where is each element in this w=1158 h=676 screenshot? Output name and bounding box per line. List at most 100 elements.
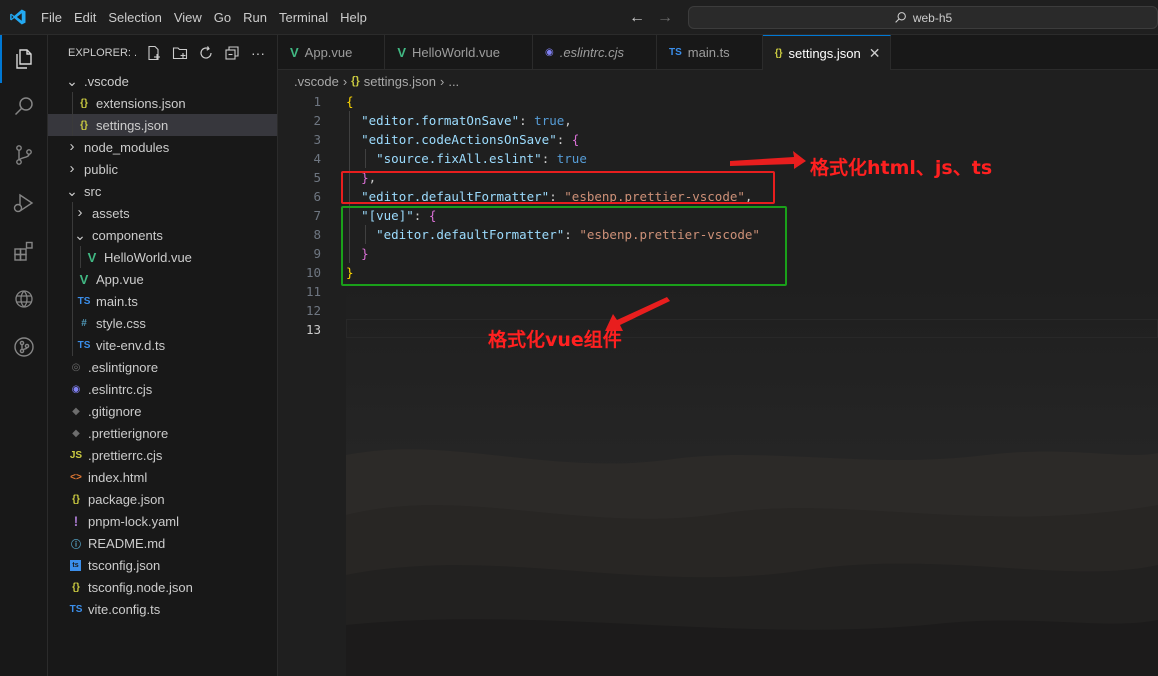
chevron-right-icon[interactable]: ›	[64, 158, 80, 180]
tab-settings-json[interactable]: {} settings.json ✕	[762, 35, 892, 70]
chevron-down-icon[interactable]: ⌄	[72, 228, 88, 242]
explorer-title: EXPLORER: ...	[68, 46, 136, 59]
tree-item-label: HelloWorld.vue	[104, 249, 192, 265]
tree-item[interactable]: ⌄ components	[48, 224, 277, 246]
css-icon: #	[81, 317, 87, 329]
new-folder-icon[interactable]	[170, 43, 190, 63]
tree-item[interactable]: {} package.json	[48, 488, 277, 510]
tree-item-label: .vscode	[84, 73, 129, 89]
breadcrumb-file[interactable]: settings.json	[364, 74, 436, 89]
tree-item[interactable]: ts tsconfig.json	[48, 554, 277, 576]
info-icon: ⓘ	[71, 539, 81, 551]
tree-item[interactable]: › node_modules	[48, 136, 277, 158]
tree-item[interactable]: ⌄ .vscode	[48, 70, 277, 92]
tree-item[interactable]: {} tsconfig.node.json	[48, 576, 277, 598]
json-icon: {}	[80, 119, 88, 131]
tree-item-label: .gitignore	[88, 403, 142, 419]
tree-item[interactable]: {} extensions.json	[48, 92, 277, 114]
tab-app-vue[interactable]: V App.vue	[278, 35, 386, 70]
tree-item[interactable]: TS main.ts	[48, 290, 277, 312]
eslint-icon: ◉	[544, 47, 554, 58]
annotation-vue-component: 格式化vue组件	[488, 329, 622, 351]
new-file-icon[interactable]	[144, 43, 164, 63]
tree-item[interactable]: › public	[48, 158, 277, 180]
tree-item[interactable]: TS vite.config.ts	[48, 598, 277, 620]
close-icon[interactable]: ✕	[869, 45, 881, 62]
chevron-right-icon[interactable]: ›	[72, 202, 88, 224]
source-control-icon[interactable]	[0, 131, 48, 179]
tree-item[interactable]: JS .prettierrc.cjs	[48, 444, 277, 466]
forward-arrow-icon[interactable]: →	[656, 9, 674, 27]
code-line: 12	[305, 303, 321, 318]
breadcrumb-symbol[interactable]: ...	[448, 74, 459, 89]
more-actions-icon[interactable]: ···	[248, 43, 268, 63]
menu-view[interactable]: View	[168, 0, 208, 35]
explorer-icon[interactable]	[0, 35, 48, 83]
background-landscape-image	[346, 285, 1158, 676]
tree-item[interactable]: # style.css	[48, 312, 277, 334]
tree-item[interactable]: V App.vue	[48, 268, 277, 290]
menu-edit[interactable]: Edit	[68, 0, 102, 35]
activity-bar	[0, 35, 48, 676]
chatgpt-icon[interactable]	[0, 275, 48, 323]
breadcrumb-folder[interactable]: .vscode	[294, 74, 339, 89]
tree-item[interactable]: ⓘ README.md	[48, 532, 277, 554]
menu-go[interactable]: Go	[208, 0, 237, 35]
tree-item[interactable]: <> index.html	[48, 466, 277, 488]
explorer-header: EXPLORER: ... ···	[48, 35, 277, 70]
tree-item[interactable]: TS vite-env.d.ts	[48, 334, 277, 356]
json-icon: {}	[80, 97, 88, 109]
back-arrow-icon[interactable]: ←	[628, 9, 646, 27]
menu-bar: File Edit Selection View Go Run Terminal…	[35, 0, 373, 35]
tab-label: HelloWorld.vue	[412, 45, 500, 60]
tree-item[interactable]: ! pnpm-lock.yaml	[48, 510, 277, 532]
tree-item[interactable]: V HelloWorld.vue	[48, 246, 277, 268]
chevron-down-icon[interactable]: ⌄	[64, 74, 80, 88]
typescript-icon: TS	[69, 603, 83, 615]
menu-file[interactable]: File	[35, 0, 68, 35]
tab-main-ts[interactable]: TS main.ts	[657, 35, 763, 70]
menu-help[interactable]: Help	[334, 0, 373, 35]
refresh-icon[interactable]	[196, 43, 216, 63]
chevron-right-icon[interactable]: ›	[64, 136, 80, 158]
tab-label: App.vue	[304, 45, 353, 60]
tree-item-label: .eslintrc.cjs	[88, 381, 153, 397]
tree-item[interactable]: ◎ .eslintignore	[48, 356, 277, 378]
chevron-down-icon[interactable]: ⌄	[64, 184, 80, 198]
tree-item-label: App.vue	[96, 271, 144, 287]
menu-terminal[interactable]: Terminal	[273, 0, 334, 35]
extensions-icon[interactable]	[0, 227, 48, 275]
json-icon: {}	[72, 493, 80, 505]
git-graph-icon[interactable]	[0, 323, 48, 371]
tree-item[interactable]: ⌄ src	[48, 180, 277, 202]
vue-icon: V	[397, 45, 407, 60]
command-center-search[interactable]: web-h5	[688, 6, 1158, 29]
search-view-icon[interactable]	[0, 83, 48, 131]
breadcrumb-separator-icon: ›	[342, 73, 348, 89]
tab-helloworld-vue[interactable]: V HelloWorld.vue	[385, 35, 533, 70]
typescript-icon: TS	[77, 339, 91, 351]
vue-icon: V	[290, 45, 299, 60]
tab-label: .eslintrc.cjs	[559, 45, 624, 60]
html-icon: <>	[70, 471, 82, 483]
tree-item[interactable]: ◆ .gitignore	[48, 400, 277, 422]
tree-item-label: tsconfig.json	[88, 557, 161, 573]
code-line: 13	[305, 322, 321, 337]
tree-item-label: tsconfig.node.json	[88, 579, 193, 595]
tree-item-label: README.md	[88, 535, 166, 551]
tree-item[interactable]: ◉ .eslintrc.cjs	[48, 378, 277, 400]
tree-item-label: index.html	[88, 469, 148, 485]
breadcrumb-separator-icon: ›	[439, 73, 445, 89]
tree-item[interactable]: {} settings.json	[48, 114, 277, 136]
tree-item[interactable]: ◆ .prettierignore	[48, 422, 277, 444]
menu-run[interactable]: Run	[237, 0, 273, 35]
json-icon: {}	[72, 581, 80, 593]
tab-label: main.ts	[687, 45, 730, 60]
run-debug-icon[interactable]	[0, 179, 48, 227]
collapse-all-icon[interactable]	[222, 43, 242, 63]
tab-eslintrc-cjs[interactable]: ◉ .eslintrc.cjs	[533, 35, 657, 70]
tree-item-label: main.ts	[96, 293, 138, 309]
tree-item[interactable]: › assets	[48, 202, 277, 224]
search-icon	[895, 12, 906, 23]
menu-selection[interactable]: Selection	[102, 0, 167, 35]
